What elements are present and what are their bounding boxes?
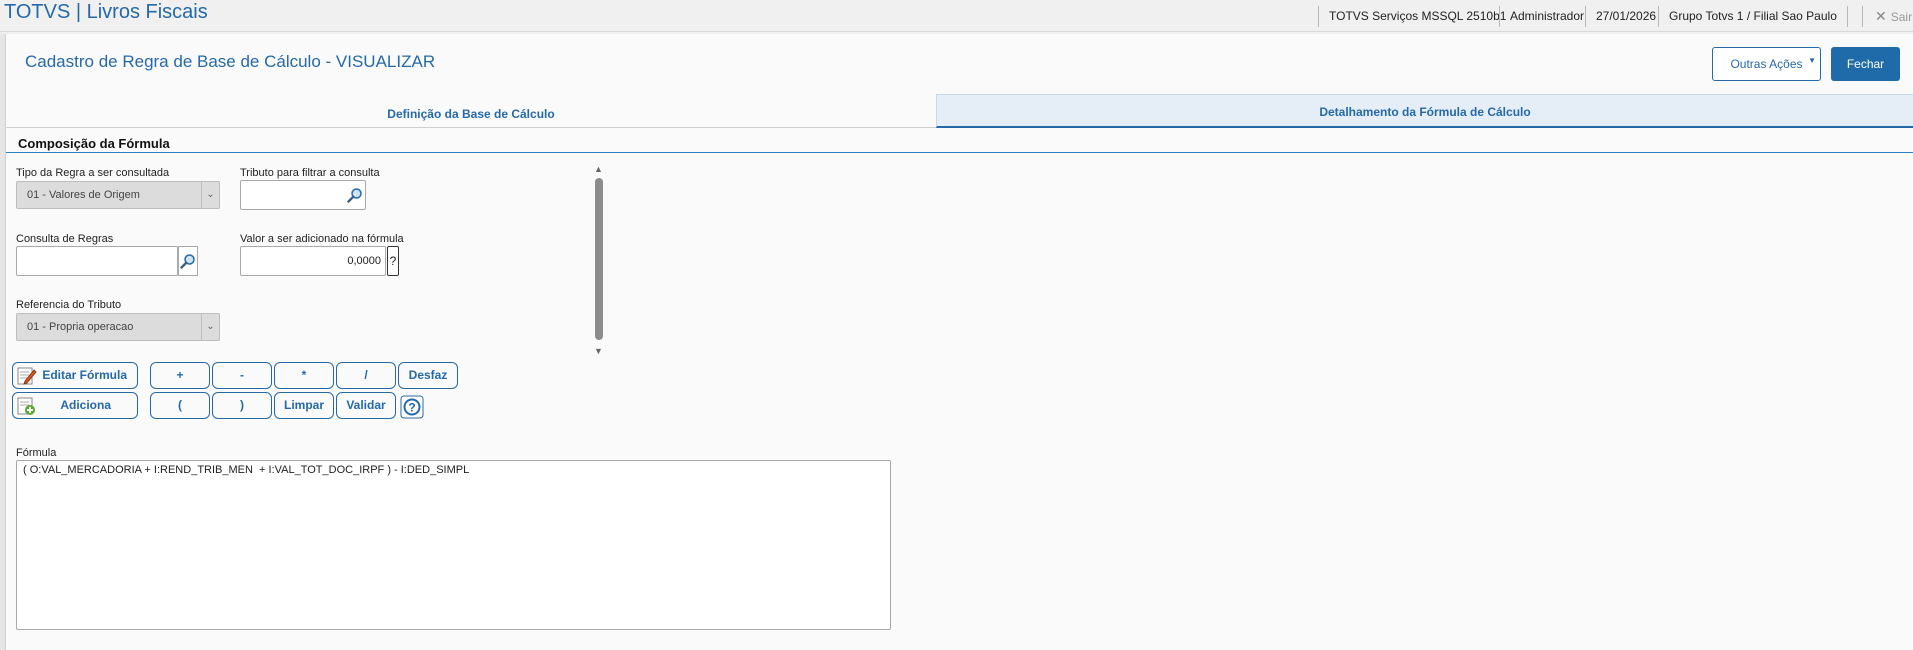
section-divider [6,152,1913,153]
chevron-down-icon: ⌄ [201,314,219,340]
clear-button[interactable]: Limpar [274,392,334,419]
minus-button[interactable]: - [212,362,272,389]
fields-scrollbar[interactable]: ▲ ▼ [594,164,604,358]
tab-detalhamento-formula[interactable]: Detalhamento da Fórmula de Cálculo [936,94,1913,128]
scrollbar-thumb[interactable] [595,178,603,340]
referencia-tributo-value: 01 - Propria operacao [27,321,134,333]
close-button[interactable]: Fechar [1831,47,1900,81]
close-icon: ✕ [1875,8,1887,24]
edit-icon [17,367,37,385]
referencia-tributo-label: Referencia do Tributo [16,299,122,311]
valor-adicionado-label: Valor a ser adicionado na fórmula [240,233,404,245]
scroll-up-icon[interactable]: ▲ [594,164,603,174]
search-icon[interactable] [347,187,363,203]
user-info[interactable]: Administrador [1499,6,1594,27]
consulta-regras-input[interactable] [16,246,178,276]
formula-textarea[interactable]: ( O:VAL_MERCADORIA + I:REND_TRIB_MEN + I… [16,460,891,630]
consulta-regras-search-button[interactable] [178,246,198,276]
tributo-filtro-label: Tributo para filtrar a consulta [240,167,380,179]
svg-text:?: ? [408,401,415,415]
multiply-button[interactable]: * [274,362,334,389]
formula-label: Fórmula [16,447,57,459]
tipo-regra-label: Tipo da Regra a ser consultada [16,167,170,179]
company-info[interactable]: Grupo Totvs 1 / Filial Sao Paulo [1658,6,1848,27]
divide-button[interactable]: / [336,362,396,389]
formula-text: ( O:VAL_MERCADORIA + I:REND_TRIB_MEN + I… [23,464,470,476]
undo-button[interactable]: Desfaz [398,362,458,389]
tipo-regra-value: 01 - Valores de Origem [27,189,140,201]
exit-button[interactable]: ✕ Sair [1862,6,1912,27]
help-icon[interactable]: ? [400,395,424,419]
valor-adicionado-input[interactable]: 0,0000 [240,246,386,276]
search-icon [180,254,195,269]
tab-definicao-base[interactable]: Definição da Base de Cálculo [6,94,936,128]
open-paren-button[interactable]: ( [150,392,210,419]
edit-formula-label: Editar Fórmula [42,368,127,382]
add-button[interactable]: Adiciona [12,392,138,419]
tipo-regra-select[interactable]: 01 - Valores de Origem ⌄ [16,181,220,209]
plus-button[interactable]: + [150,362,210,389]
scroll-down-icon[interactable]: ▼ [594,346,603,356]
valor-help-button[interactable]: ? [387,246,399,276]
add-document-icon [17,397,35,415]
chevron-down-icon: ⌄ [201,182,219,208]
consulta-regras-label: Consulta de Regras [16,233,114,245]
top-bar: TOTVS | Livros Fiscais TOTVS Serviços MS… [0,0,1913,32]
date-info[interactable]: 27/01/2026 [1585,6,1666,27]
caret-down-icon: ▼ [1808,56,1816,65]
section-title: Composição da Fórmula [18,136,170,151]
app-title: TOTVS | Livros Fiscais [4,1,208,23]
validate-button[interactable]: Validar [336,392,396,419]
other-actions-button[interactable]: Outras Ações ▼ [1712,47,1821,81]
exit-label: Sair [1890,10,1913,24]
valor-adicionado-value: 0,0000 [347,255,381,267]
close-paren-button[interactable]: ) [212,392,272,419]
tributo-filtro-input[interactable] [240,180,366,210]
edit-formula-button[interactable]: Editar Fórmula [12,362,138,389]
page-title: Cadastro de Regra de Base de Cálculo - V… [25,52,436,71]
add-label: Adiciona [60,398,111,412]
environment-info[interactable]: TOTVS Serviços MSSQL 2510b1 [1318,6,1516,27]
other-actions-label: Outras Ações [1730,57,1803,71]
referencia-tributo-select[interactable]: 01 - Propria operacao ⌄ [16,313,220,341]
